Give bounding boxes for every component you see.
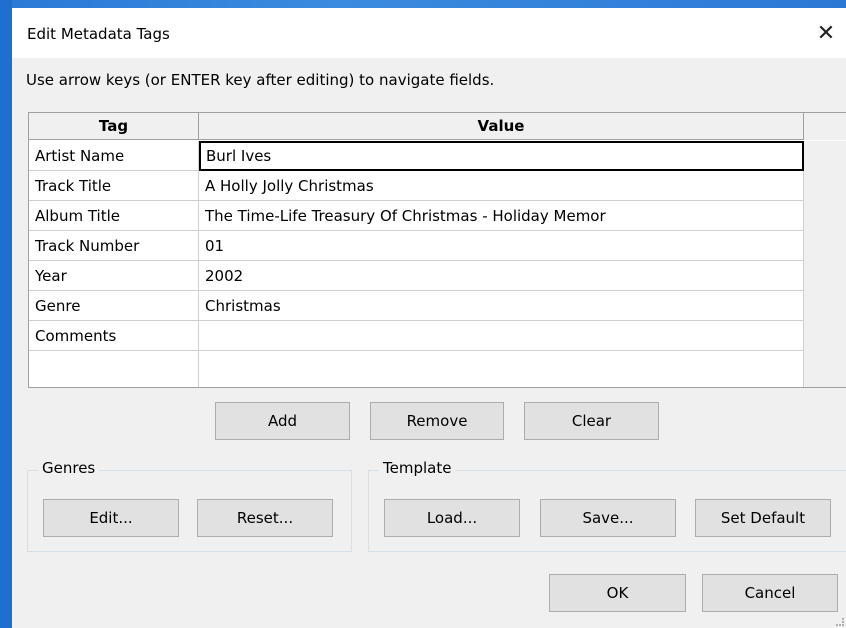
clear-button[interactable]: Clear [524, 402, 659, 440]
tag-cell[interactable]: Album Title [29, 201, 199, 231]
genres-group-label: Genres [38, 459, 100, 477]
add-button[interactable]: Add [215, 402, 350, 440]
table-row[interactable]: Year 2002 [29, 261, 804, 291]
genres-reset-button[interactable]: Reset... [197, 499, 333, 537]
template-load-button[interactable]: Load... [384, 499, 520, 537]
value-cell[interactable]: 2002 [199, 261, 804, 291]
remove-button[interactable]: Remove [370, 402, 504, 440]
cancel-button[interactable]: Cancel [702, 574, 838, 612]
tag-cell[interactable] [29, 351, 199, 387]
ok-button[interactable]: OK [549, 574, 686, 612]
desktop-edge [0, 0, 12, 628]
table-empty-area [804, 141, 846, 387]
value-cell[interactable] [199, 351, 804, 387]
title-bar[interactable]: Edit Metadata Tags ✕ [12, 8, 846, 58]
table-row[interactable]: Album Title The Time-Life Treasury Of Ch… [29, 201, 804, 231]
template-group-label: Template [379, 459, 456, 477]
dialog-title: Edit Metadata Tags [27, 25, 170, 43]
table-row[interactable]: Track Title A Holly Jolly Christmas [29, 171, 804, 201]
tag-cell[interactable]: Artist Name [29, 141, 199, 171]
table-row[interactable]: Comments [29, 321, 804, 351]
instructions-text: Use arrow keys (or ENTER key after editi… [26, 71, 495, 89]
edit-metadata-dialog: Edit Metadata Tags ✕ Use arrow keys (or … [12, 8, 846, 628]
table-row[interactable] [29, 351, 804, 387]
template-save-button[interactable]: Save... [540, 499, 676, 537]
tag-cell[interactable]: Track Title [29, 171, 199, 201]
value-cell[interactable]: A Holly Jolly Christmas [199, 171, 804, 201]
table-header: Tag Value [29, 113, 846, 141]
column-header-tag[interactable]: Tag [29, 113, 199, 140]
desktop-background [0, 0, 846, 8]
header-filler [804, 113, 846, 140]
table-row[interactable]: Artist Name Burl Ives [29, 141, 804, 171]
resize-grip-icon[interactable] [836, 618, 844, 626]
value-cell[interactable]: The Time-Life Treasury Of Christmas - Ho… [199, 201, 804, 231]
tag-cell[interactable]: Year [29, 261, 199, 291]
tag-cell[interactable]: Track Number [29, 231, 199, 261]
close-icon[interactable]: ✕ [808, 16, 844, 50]
value-cell[interactable]: 01 [199, 231, 804, 261]
tag-cell[interactable]: Comments [29, 321, 199, 351]
template-set-default-button[interactable]: Set Default [695, 499, 831, 537]
value-cell[interactable]: Christmas [199, 291, 804, 321]
value-cell[interactable] [199, 321, 804, 351]
column-header-value[interactable]: Value [199, 113, 804, 140]
value-cell-editing[interactable]: Burl Ives [199, 141, 804, 171]
table-row[interactable]: Track Number 01 [29, 231, 804, 261]
genres-edit-button[interactable]: Edit... [43, 499, 179, 537]
metadata-table: Tag Value Artist Name Burl Ives Track Ti… [28, 112, 846, 388]
tag-cell[interactable]: Genre [29, 291, 199, 321]
table-row[interactable]: Genre Christmas [29, 291, 804, 321]
